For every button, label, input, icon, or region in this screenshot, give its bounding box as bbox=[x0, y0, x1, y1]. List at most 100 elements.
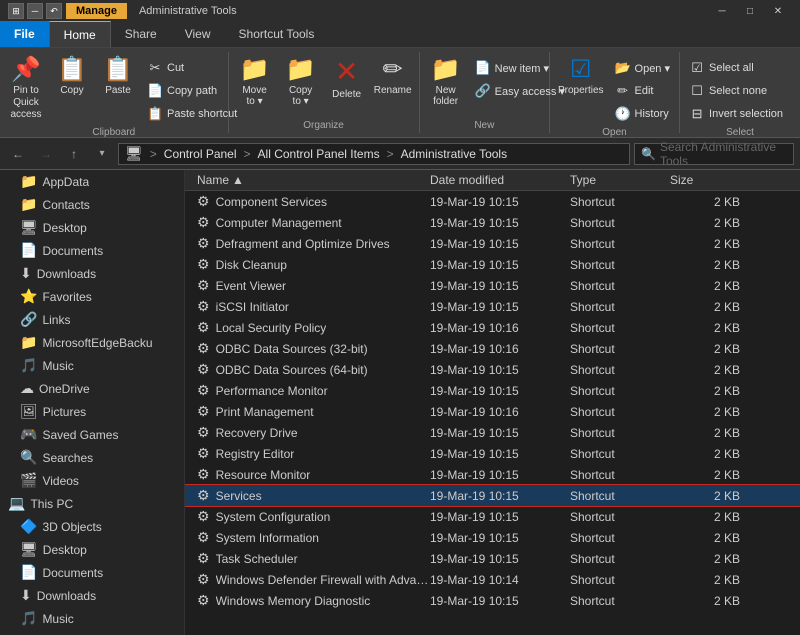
file-type: Shortcut bbox=[570, 237, 670, 251]
file-name: Component Services bbox=[216, 195, 327, 209]
sidebar-item-favorites[interactable]: ⭐ Favorites bbox=[0, 285, 184, 308]
recent-locations-button[interactable]: ▾ bbox=[90, 142, 114, 166]
back-button[interactable]: ← bbox=[6, 142, 30, 166]
file-row[interactable]: ⚙System Information 19-Mar-19 10:15 Shor… bbox=[185, 527, 800, 548]
file-icon: ⚙ bbox=[197, 424, 210, 441]
sidebar-item-desktop-pc[interactable]: 🖥 Desktop bbox=[0, 538, 184, 561]
file-row[interactable]: ⚙Disk Cleanup 19-Mar-19 10:15 Shortcut 2… bbox=[185, 254, 800, 275]
savedgames-icon: 🎮 bbox=[20, 426, 37, 443]
sidebar-item-thispc[interactable]: 💻 This PC bbox=[0, 492, 184, 515]
sidebar-item-searches[interactable]: 🔍 Searches bbox=[0, 446, 184, 469]
up-button[interactable]: ↑ bbox=[62, 142, 86, 166]
copy-button[interactable]: 📋 Copy bbox=[50, 54, 94, 100]
file-row[interactable]: ⚙System Configuration 19-Mar-19 10:15 Sh… bbox=[185, 506, 800, 527]
pin-to-quick-access-button[interactable]: 📌 Pin to Quickaccess bbox=[4, 54, 48, 125]
file-type: Shortcut bbox=[570, 573, 670, 587]
paste-button[interactable]: 📋 Paste bbox=[96, 54, 140, 100]
path-control-panel[interactable]: Control Panel bbox=[164, 147, 237, 161]
file-row[interactable]: ⚙ODBC Data Sources (32-bit) 19-Mar-19 10… bbox=[185, 338, 800, 359]
file-row[interactable]: ⚙Local Security Policy 19-Mar-19 10:16 S… bbox=[185, 317, 800, 338]
invert-selection-button[interactable]: ⊟ Invert selection bbox=[684, 103, 788, 125]
close-button[interactable]: ✕ bbox=[764, 0, 792, 22]
window-controls[interactable]: ─ □ ✕ bbox=[708, 0, 792, 22]
path-admin-tools[interactable]: Administrative Tools bbox=[401, 147, 508, 161]
tab-file[interactable]: File bbox=[0, 21, 49, 47]
file-icon: ⚙ bbox=[197, 382, 210, 399]
sidebar-item-onedrive[interactable]: ☁ OneDrive bbox=[0, 377, 184, 400]
sidebar-item-msedge[interactable]: 📁 MicrosoftEdgeBacku bbox=[0, 331, 184, 354]
file-row[interactable]: ⚙iSCSI Initiator 19-Mar-19 10:15 Shortcu… bbox=[185, 296, 800, 317]
col-header-size[interactable]: Size bbox=[670, 173, 750, 187]
open-small-stack: 📂 Open ▾ ✏ Edit 🕐 History bbox=[610, 54, 676, 125]
documents-icon: 📄 bbox=[20, 242, 37, 259]
file-row[interactable]: ⚙Print Management 19-Mar-19 10:16 Shortc… bbox=[185, 401, 800, 422]
sidebar-item-desktop[interactable]: 🖥 Desktop bbox=[0, 216, 184, 239]
file-type: Shortcut bbox=[570, 363, 670, 377]
delete-button[interactable]: ✕ Delete bbox=[325, 54, 369, 104]
sidebar-label: Pictures bbox=[43, 405, 86, 419]
search-box[interactable]: 🔍 Search Administrative Tools bbox=[634, 143, 794, 165]
file-row[interactable]: ⚙Component Services 19-Mar-19 10:15 Shor… bbox=[185, 191, 800, 212]
copy-path-button[interactable]: 📄 Copy path bbox=[142, 80, 242, 102]
open-button[interactable]: 📂 Open ▾ bbox=[610, 57, 676, 79]
sidebar-item-videos[interactable]: 🎬 Videos bbox=[0, 469, 184, 492]
new-folder-button[interactable]: 📁 Newfolder bbox=[424, 54, 468, 111]
col-header-date[interactable]: Date modified bbox=[430, 173, 570, 187]
file-row[interactable]: ⚙Registry Editor 19-Mar-19 10:15 Shortcu… bbox=[185, 443, 800, 464]
forward-button[interactable]: → bbox=[34, 142, 58, 166]
main-area: 📁 AppData 📁 Contacts 🖥 Desktop 📄 Documen… bbox=[0, 170, 800, 635]
minimize-button[interactable]: ─ bbox=[708, 0, 736, 22]
file-row[interactable]: ⚙Event Viewer 19-Mar-19 10:15 Shortcut 2… bbox=[185, 275, 800, 296]
sidebar-item-downloads[interactable]: ⬇ Downloads bbox=[0, 262, 184, 285]
history-button[interactable]: 🕐 History bbox=[610, 103, 676, 125]
edit-button[interactable]: ✏ Edit bbox=[610, 80, 676, 102]
cut-button[interactable]: ✂ Cut bbox=[142, 57, 242, 79]
sidebar-item-documents-pc[interactable]: 📄 Documents bbox=[0, 561, 184, 584]
path-sep-3: > bbox=[387, 147, 394, 161]
select-none-button[interactable]: ☐ Select none bbox=[684, 80, 788, 102]
sidebar-item-appdata[interactable]: 📁 AppData bbox=[0, 170, 184, 193]
file-row[interactable]: ⚙Task Scheduler 19-Mar-19 10:15 Shortcut… bbox=[185, 548, 800, 569]
sidebar-item-music[interactable]: 🎵 Music bbox=[0, 354, 184, 377]
sidebar-label: Links bbox=[42, 313, 70, 327]
rename-button[interactable]: ✏ Rename bbox=[371, 54, 415, 100]
file-name: ODBC Data Sources (32-bit) bbox=[216, 342, 368, 356]
tab-view[interactable]: View bbox=[171, 21, 225, 47]
file-row[interactable]: ⚙Windows Memory Diagnostic 19-Mar-19 10:… bbox=[185, 590, 800, 611]
file-row[interactable]: ⚙Resource Monitor 19-Mar-19 10:15 Shortc… bbox=[185, 464, 800, 485]
col-header-name[interactable]: Name ▲ bbox=[185, 173, 430, 187]
sidebar-item-contacts[interactable]: 📁 Contacts bbox=[0, 193, 184, 216]
copy-to-icon: 📁 bbox=[286, 58, 316, 82]
file-row[interactable]: ⚙Defragment and Optimize Drives 19-Mar-1… bbox=[185, 233, 800, 254]
sidebar-item-savedgames[interactable]: 🎮 Saved Games bbox=[0, 423, 184, 446]
sidebar-item-downloads-pc[interactable]: ⬇ Downloads bbox=[0, 584, 184, 607]
sidebar-item-music-pc[interactable]: 🎵 Music bbox=[0, 607, 184, 630]
new-folder-icon: 📁 bbox=[431, 58, 461, 82]
maximize-button[interactable]: □ bbox=[736, 0, 764, 22]
tab-share[interactable]: Share bbox=[111, 21, 171, 47]
sidebar-item-3dobjects[interactable]: 🔷 3D Objects bbox=[0, 515, 184, 538]
file-row[interactable]: ⚙Computer Management 19-Mar-19 10:15 Sho… bbox=[185, 212, 800, 233]
file-size: 2 KB bbox=[670, 258, 750, 272]
copy-to-button[interactable]: 📁 Copy to ▾ bbox=[279, 54, 323, 111]
file-icon: ⚙ bbox=[197, 235, 210, 252]
file-row[interactable]: ⚙Performance Monitor 19-Mar-19 10:15 Sho… bbox=[185, 380, 800, 401]
sidebar-item-pictures[interactable]: 🖼 Pictures bbox=[0, 400, 184, 423]
col-header-type[interactable]: Type bbox=[570, 173, 670, 187]
file-type: Shortcut bbox=[570, 552, 670, 566]
quick-access-icon: ─ bbox=[27, 3, 43, 19]
tab-shortcut-tools[interactable]: Shortcut Tools bbox=[225, 21, 329, 47]
file-row[interactable]: ⚙Recovery Drive 19-Mar-19 10:15 Shortcut… bbox=[185, 422, 800, 443]
path-all-items[interactable]: All Control Panel Items bbox=[258, 147, 380, 161]
file-row[interactable]: ⚙ODBC Data Sources (64-bit) 19-Mar-19 10… bbox=[185, 359, 800, 380]
properties-button[interactable]: ☑ Properties bbox=[554, 54, 608, 100]
sidebar-item-documents[interactable]: 📄 Documents bbox=[0, 239, 184, 262]
select-all-button[interactable]: ☑ Select all bbox=[684, 57, 788, 79]
address-path[interactable]: 🖥 > Control Panel > All Control Panel It… bbox=[118, 143, 630, 165]
file-row-services[interactable]: ⚙Services 19-Mar-19 10:15 Shortcut 2 KB bbox=[185, 485, 800, 506]
tab-home[interactable]: Home bbox=[49, 21, 111, 47]
paste-shortcut-button[interactable]: 📋 Paste shortcut bbox=[142, 103, 242, 125]
file-row[interactable]: ⚙Windows Defender Firewall with Advanc..… bbox=[185, 569, 800, 590]
move-to-button[interactable]: 📁 Move to ▾ bbox=[233, 54, 277, 111]
sidebar-item-links[interactable]: 🔗 Links bbox=[0, 308, 184, 331]
